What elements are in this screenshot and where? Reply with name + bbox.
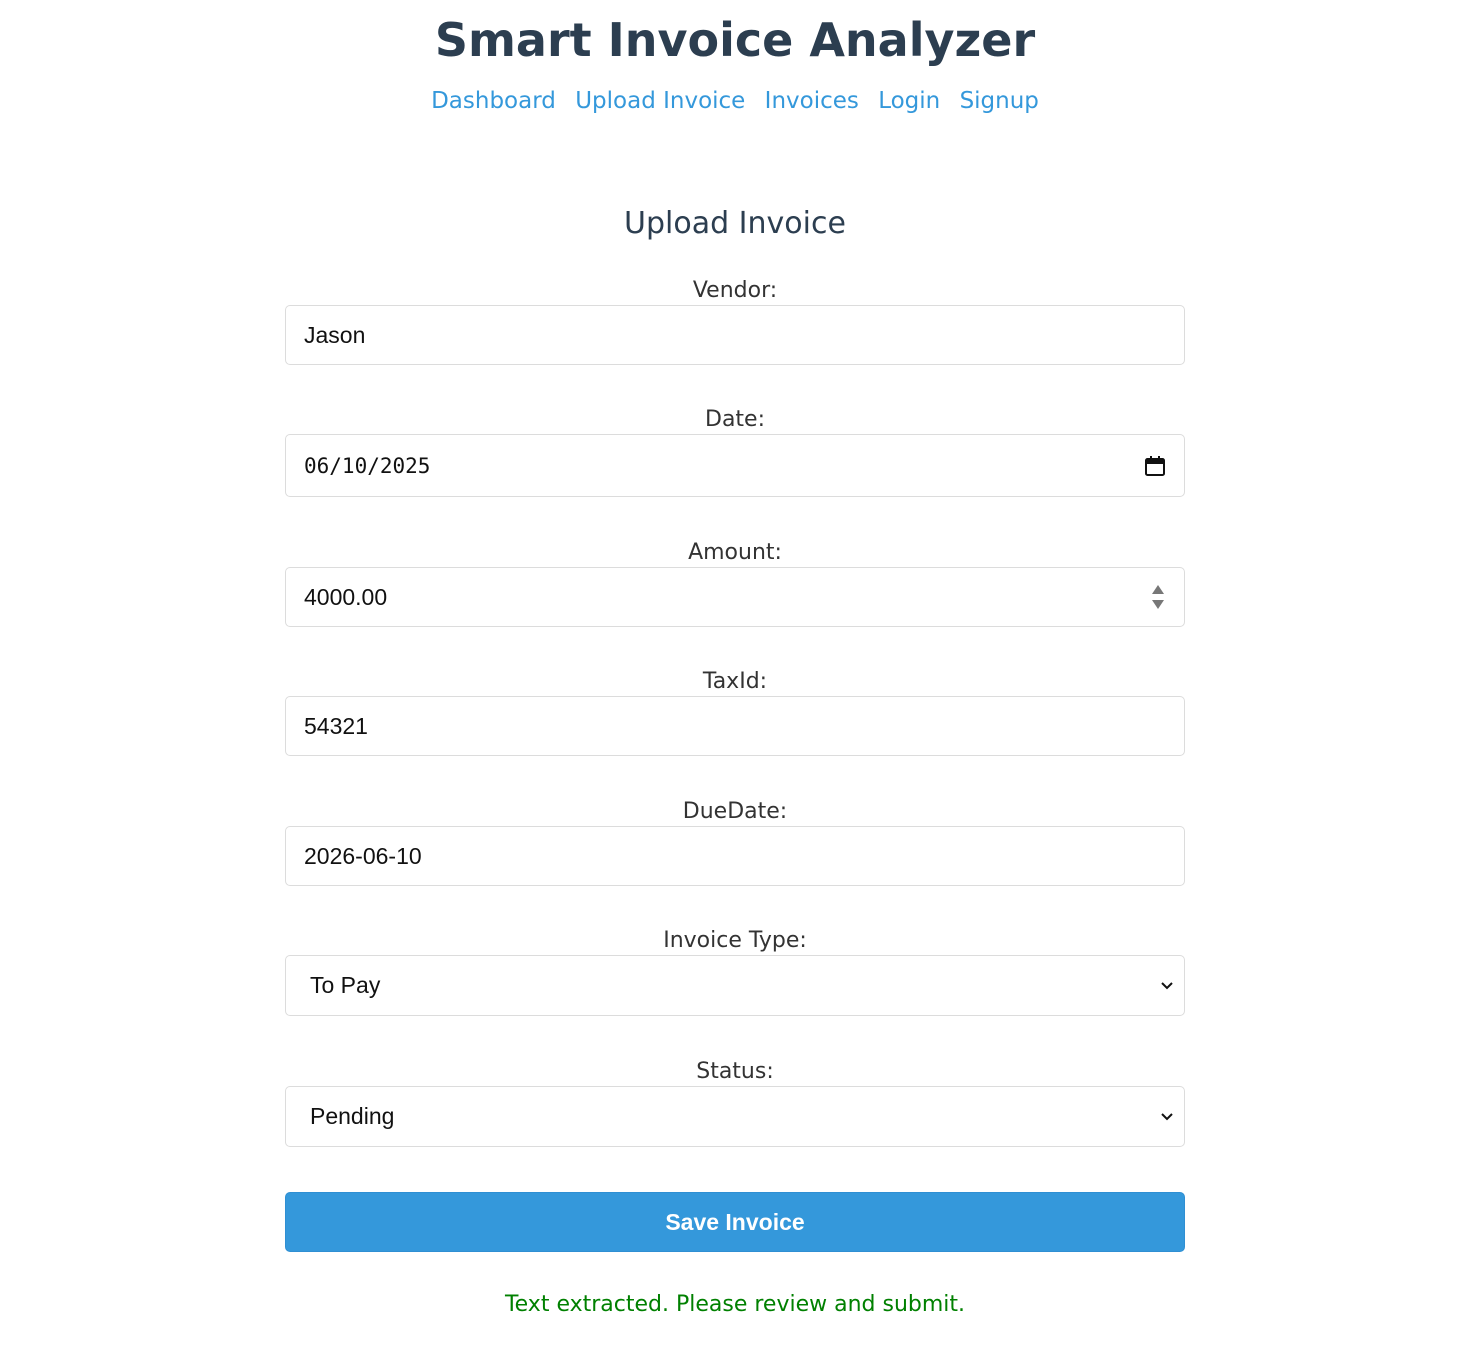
nav-link-upload-invoice[interactable]: Upload Invoice bbox=[575, 88, 745, 114]
taxid-input[interactable]: 54321 bbox=[285, 696, 1185, 756]
status-label: Status: bbox=[696, 1059, 774, 1084]
main-nav: Dashboard Upload Invoice Invoices Login … bbox=[0, 84, 1458, 118]
nav-link-signup[interactable]: Signup bbox=[960, 88, 1039, 114]
duedate-input[interactable]: 2026-06-10 bbox=[285, 826, 1185, 886]
invoice-type-value: To Pay bbox=[310, 972, 381, 998]
app-title: Smart Invoice Analyzer bbox=[434, 13, 1036, 67]
date-input[interactable]: 06/10/2025 bbox=[285, 434, 1185, 497]
vendor-value: Jason bbox=[304, 321, 366, 348]
taxid-value: 54321 bbox=[304, 712, 368, 739]
page-title: Upload Invoice bbox=[624, 206, 846, 241]
nav-link-dashboard[interactable]: Dashboard bbox=[431, 88, 556, 114]
chevron-down-icon bbox=[1160, 1112, 1174, 1122]
save-invoice-button[interactable]: Save Invoice bbox=[285, 1192, 1185, 1252]
duedate-value: 2026-06-10 bbox=[304, 842, 422, 869]
vendor-label: Vendor: bbox=[692, 278, 778, 303]
date-label: Date: bbox=[705, 407, 765, 432]
nav-link-login[interactable]: Login bbox=[878, 88, 940, 114]
chevron-down-icon bbox=[1160, 981, 1174, 991]
date-value: 06/10/2025 bbox=[304, 453, 431, 478]
spinner-arrows-icon[interactable] bbox=[1150, 583, 1166, 611]
duedate-label: DueDate: bbox=[682, 799, 788, 824]
invoice-type-select[interactable]: To Pay bbox=[285, 955, 1185, 1016]
status-message: Text extracted. Please review and submit… bbox=[504, 1292, 966, 1317]
amount-label: Amount: bbox=[688, 540, 782, 565]
invoice-type-label: Invoice Type: bbox=[663, 928, 807, 953]
nav-link-invoices[interactable]: Invoices bbox=[765, 88, 859, 114]
amount-input[interactable]: 4000.00 bbox=[285, 567, 1185, 627]
amount-value: 4000.00 bbox=[304, 583, 388, 610]
taxid-label: TaxId: bbox=[702, 669, 768, 694]
calendar-icon[interactable] bbox=[1144, 455, 1166, 477]
status-select[interactable]: Pending bbox=[285, 1086, 1185, 1147]
vendor-input[interactable]: Jason bbox=[285, 305, 1185, 365]
status-value: Pending bbox=[310, 1103, 395, 1129]
